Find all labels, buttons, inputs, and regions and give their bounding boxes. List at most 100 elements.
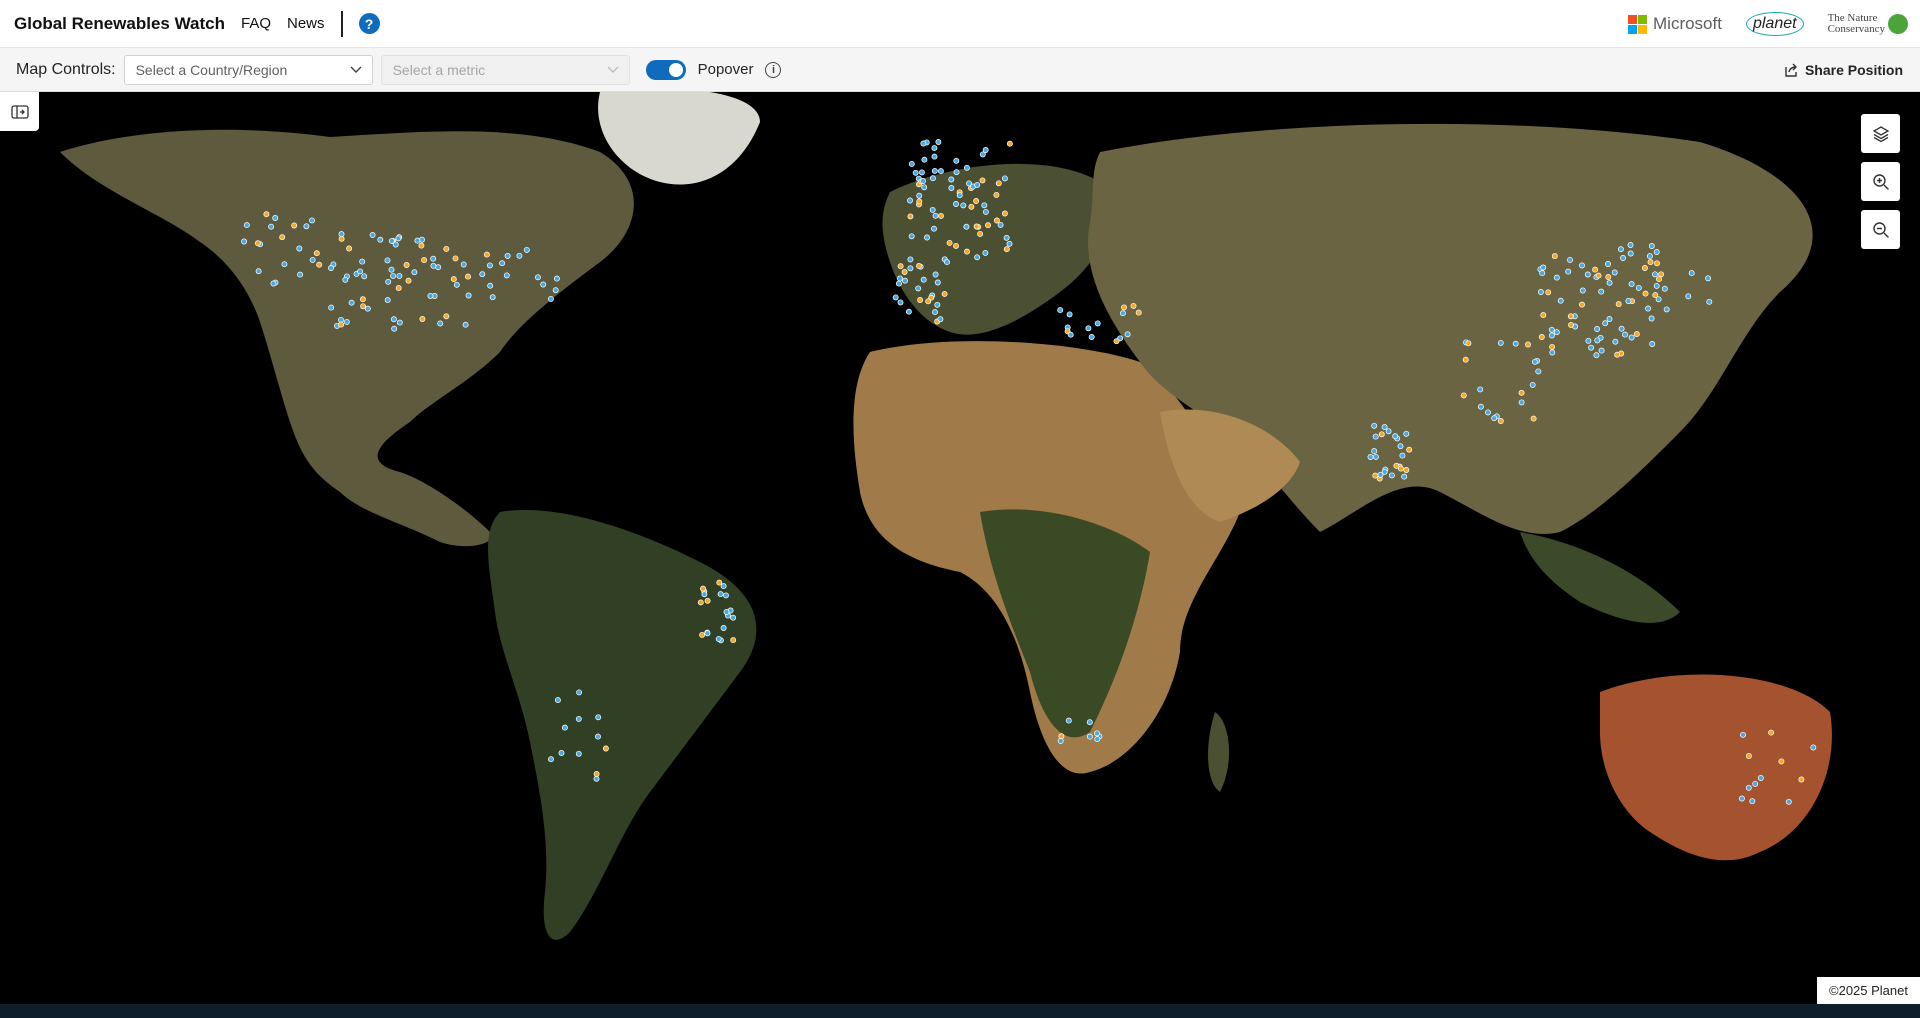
wind-installation-marker[interactable] <box>932 271 939 278</box>
wind-installation-marker[interactable] <box>561 724 568 731</box>
wind-installation-marker[interactable] <box>1086 733 1093 740</box>
wind-installation-marker[interactable] <box>1627 242 1634 248</box>
country-select[interactable]: Select a Country/Region <box>123 54 373 85</box>
wind-installation-marker[interactable] <box>723 609 730 615</box>
wind-installation-marker[interactable] <box>966 180 972 187</box>
wind-installation-marker[interactable] <box>1635 284 1642 291</box>
wind-installation-marker[interactable] <box>1606 279 1613 286</box>
wind-installation-marker[interactable] <box>916 192 923 199</box>
solar-installation-marker[interactable] <box>450 276 457 283</box>
wind-installation-marker[interactable] <box>1653 249 1660 255</box>
wind-installation-marker[interactable] <box>1648 243 1655 249</box>
wind-installation-marker[interactable] <box>929 206 936 213</box>
wind-installation-marker[interactable] <box>328 265 334 271</box>
wind-installation-marker[interactable] <box>921 184 928 191</box>
wind-installation-marker[interactable] <box>396 319 403 326</box>
wind-installation-marker[interactable] <box>1388 472 1395 479</box>
solar-installation-marker[interactable] <box>421 257 428 264</box>
wind-installation-marker[interactable] <box>981 202 988 209</box>
wind-installation-marker[interactable] <box>361 273 368 280</box>
wind-installation-marker[interactable] <box>1119 310 1126 317</box>
wind-installation-marker[interactable] <box>297 271 304 278</box>
wind-installation-marker[interactable] <box>1557 297 1564 304</box>
wind-installation-marker[interactable] <box>723 592 729 599</box>
wind-installation-marker[interactable] <box>453 281 460 288</box>
wind-installation-marker[interactable] <box>921 156 928 163</box>
wind-installation-marker[interactable] <box>281 261 288 268</box>
solar-installation-marker[interactable] <box>1579 301 1585 308</box>
wind-installation-marker[interactable] <box>1663 306 1670 313</box>
solar-installation-marker[interactable] <box>403 262 410 268</box>
wind-installation-marker[interactable] <box>504 252 511 259</box>
wind-installation-marker[interactable] <box>1399 452 1406 459</box>
wind-installation-marker[interactable] <box>1006 240 1013 247</box>
wind-installation-marker[interactable] <box>717 591 724 598</box>
solar-installation-marker[interactable] <box>916 198 923 205</box>
solar-installation-marker[interactable] <box>1397 465 1404 472</box>
wind-installation-marker[interactable] <box>1627 250 1634 257</box>
wind-installation-marker[interactable] <box>897 275 903 282</box>
wind-installation-marker[interactable] <box>1529 381 1536 388</box>
wind-installation-marker[interactable] <box>892 294 899 301</box>
wind-installation-marker[interactable] <box>1749 798 1756 805</box>
wind-installation-marker[interactable] <box>1385 428 1392 435</box>
wind-installation-marker[interactable] <box>1477 403 1484 410</box>
solar-installation-marker[interactable] <box>1658 271 1665 278</box>
solar-installation-marker[interactable] <box>979 177 986 184</box>
solar-installation-marker[interactable] <box>1003 246 1010 253</box>
app-title[interactable]: Global Renewables Watch <box>14 14 225 34</box>
popover-toggle[interactable] <box>645 59 686 80</box>
wind-installation-marker[interactable] <box>1685 293 1692 300</box>
wind-installation-marker[interactable] <box>1057 307 1064 314</box>
solar-installation-marker[interactable] <box>1567 313 1574 320</box>
wind-installation-marker[interactable] <box>1066 311 1073 318</box>
share-position-button[interactable]: Share Position <box>1783 48 1903 92</box>
wind-installation-marker[interactable] <box>553 275 560 282</box>
wind-installation-marker[interactable] <box>385 278 392 285</box>
wind-installation-marker[interactable] <box>931 145 938 152</box>
wind-installation-marker[interactable] <box>503 272 510 279</box>
solar-installation-marker[interactable] <box>977 230 984 237</box>
wind-installation-marker[interactable] <box>907 197 913 204</box>
solar-installation-marker[interactable] <box>964 248 970 255</box>
wind-installation-marker[interactable] <box>384 297 391 304</box>
solar-installation-marker[interactable] <box>1538 334 1545 340</box>
wind-installation-marker[interactable] <box>547 295 554 302</box>
wind-installation-marker[interactable] <box>934 301 941 308</box>
solar-installation-marker[interactable] <box>730 637 737 644</box>
solar-installation-marker[interactable] <box>1058 733 1065 740</box>
wind-installation-marker[interactable] <box>1549 349 1556 356</box>
wind-installation-marker[interactable] <box>593 775 600 782</box>
wind-installation-marker[interactable] <box>1618 325 1625 332</box>
wind-installation-marker[interactable] <box>948 176 955 183</box>
solar-installation-marker[interactable] <box>593 770 600 777</box>
wind-installation-marker[interactable] <box>462 321 469 328</box>
wind-installation-marker[interactable] <box>1567 256 1573 263</box>
wind-installation-marker[interactable] <box>243 222 250 229</box>
wind-installation-marker[interactable] <box>897 299 904 306</box>
wind-installation-marker[interactable] <box>411 269 418 276</box>
solar-installation-marker[interactable] <box>1406 446 1413 453</box>
wind-installation-marker[interactable] <box>937 168 944 175</box>
solar-installation-marker[interactable] <box>1745 753 1752 759</box>
wind-installation-marker[interactable] <box>575 715 582 722</box>
wind-installation-marker[interactable] <box>1606 316 1613 322</box>
wind-installation-marker[interactable] <box>932 309 938 316</box>
wind-installation-marker[interactable] <box>1611 269 1618 276</box>
wind-installation-marker[interactable] <box>437 320 444 327</box>
solar-installation-marker[interactable] <box>338 235 345 242</box>
nav-news-link[interactable]: News <box>287 15 325 32</box>
wind-installation-marker[interactable] <box>1001 175 1008 182</box>
wind-installation-marker[interactable] <box>1397 443 1404 450</box>
wind-installation-marker[interactable] <box>960 202 967 209</box>
solar-installation-marker[interactable] <box>993 191 1000 198</box>
wind-installation-marker[interactable] <box>486 262 493 269</box>
solar-installation-marker[interactable] <box>1614 351 1621 358</box>
wind-installation-marker[interactable] <box>460 261 467 268</box>
wind-installation-marker[interactable] <box>1646 253 1653 260</box>
wind-installation-marker[interactable] <box>1620 255 1626 261</box>
wind-installation-marker[interactable] <box>343 318 350 325</box>
solar-installation-marker[interactable] <box>291 222 298 229</box>
wind-installation-marker[interactable] <box>576 689 583 696</box>
wind-installation-marker[interactable] <box>730 614 737 621</box>
